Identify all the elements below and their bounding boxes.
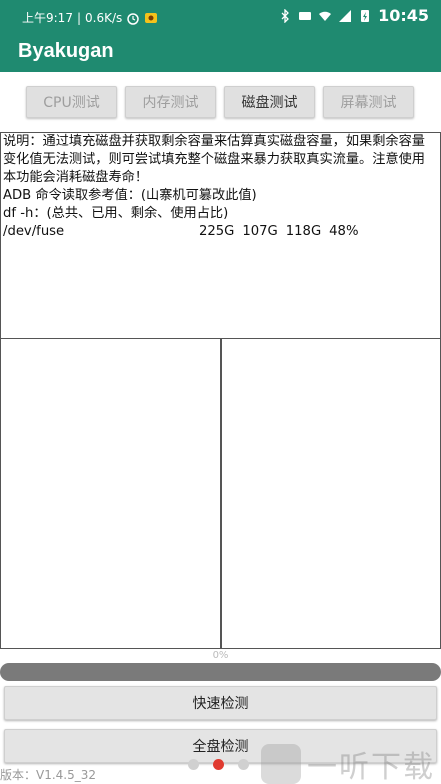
- alarm-icon: [127, 12, 139, 25]
- tab-screen-test[interactable]: 屏幕测试: [323, 86, 414, 118]
- progress-percent: 0%: [212, 650, 229, 661]
- status-separator: |: [76, 10, 81, 25]
- quick-check-button[interactable]: 快速检测: [4, 686, 437, 720]
- result-panels: [0, 338, 441, 649]
- status-clock: 10:45: [378, 6, 429, 25]
- df-command-label: df -h：(总共、已用、剩余、使用占比): [3, 206, 229, 221]
- hd-icon: [299, 11, 312, 20]
- app-bar: Byakugan: [0, 32, 441, 72]
- fuse-path: /dev/fuse: [3, 224, 65, 239]
- progress-bar: [0, 663, 441, 681]
- page-dot-1[interactable]: [188, 759, 199, 770]
- status-bar: 上午9:17 | 0.6K/s 10:45: [0, 0, 441, 32]
- battery-charging-icon: [361, 9, 370, 22]
- fuse-percent: 48%: [329, 224, 359, 239]
- page-dot-3[interactable]: [238, 759, 249, 770]
- description-panel: 说明：通过填充磁盘并获取剩余容量来估算真实磁盘容量，如果剩余容量变化值无法测试，…: [0, 132, 441, 339]
- app-title: Byakugan: [18, 40, 114, 62]
- adb-reference-label: ADB 命令读取参考值：(山寨机可篡改此值): [3, 188, 257, 203]
- watermark-logo-icon: [261, 744, 301, 784]
- network-speed: 0.6K/s: [85, 10, 123, 25]
- right-result-panel: [222, 339, 440, 648]
- watermark: 一听下载: [261, 742, 435, 784]
- watermark-text: 一听下载: [307, 750, 435, 784]
- tab-disk-test[interactable]: 磁盘测试: [224, 86, 315, 118]
- app-notification-icon: [145, 12, 158, 23]
- test-tabs: CPU测试 内存测试 磁盘测试 屏幕测试: [0, 86, 441, 120]
- status-left: 上午9:17 | 0.6K/s: [22, 9, 158, 26]
- fuse-free: 118G: [285, 224, 322, 239]
- wifi-icon: [319, 11, 332, 21]
- tab-memory-test[interactable]: 内存测试: [125, 86, 216, 118]
- signal-icon: [339, 9, 352, 22]
- status-right: 10:45: [278, 6, 429, 25]
- fuse-total: 225G: [199, 224, 235, 239]
- bluetooth-icon: [281, 8, 289, 23]
- left-result-panel: [1, 339, 220, 648]
- fuse-info-row: /dev/fuse 225G 107G 118G 48%: [3, 223, 438, 241]
- page-indicator: [188, 759, 249, 770]
- fuse-used: 107G: [242, 224, 278, 239]
- version-label: 版本：V1.4.5_32: [0, 768, 97, 782]
- description-text: 说明：通过填充磁盘并获取剩余容量来估算真实磁盘容量，如果剩余容量变化值无法测试，…: [3, 134, 425, 185]
- tab-cpu-test[interactable]: CPU测试: [26, 86, 117, 118]
- page-dot-2[interactable]: [213, 759, 224, 770]
- status-time: 上午9:17: [22, 11, 73, 25]
